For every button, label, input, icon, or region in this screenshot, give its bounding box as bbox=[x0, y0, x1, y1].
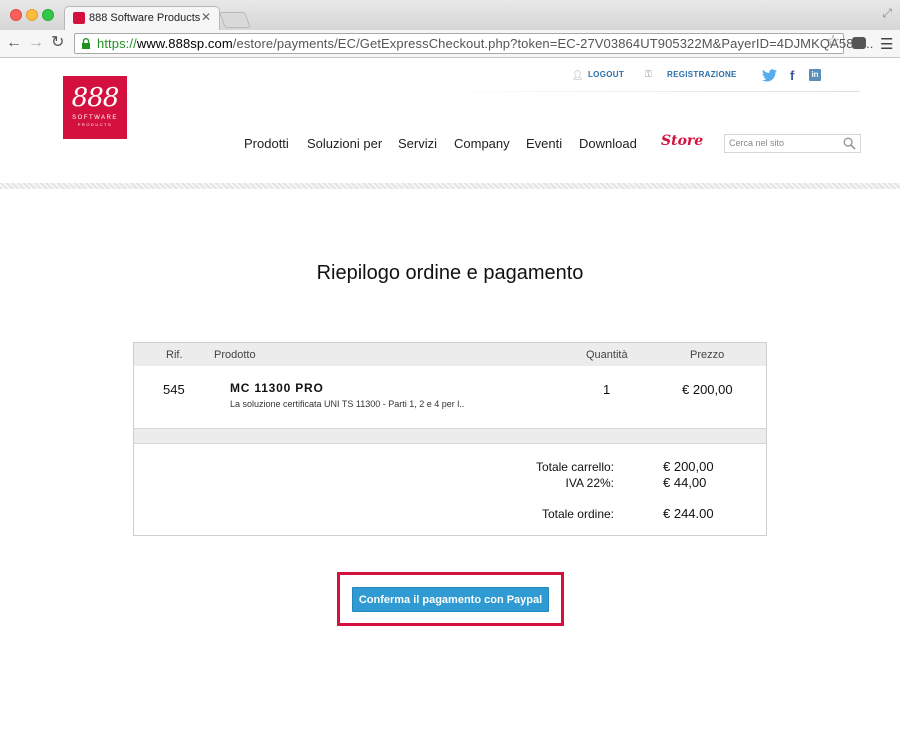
twitter-icon[interactable] bbox=[762, 69, 777, 82]
linkedin-icon[interactable]: in bbox=[809, 69, 821, 81]
cart-total-label: Totale carrello: bbox=[535, 460, 614, 474]
logout-link[interactable]: LOGOUT bbox=[588, 70, 624, 79]
header-ref: Rif. bbox=[166, 349, 183, 361]
header-divider bbox=[425, 91, 860, 92]
header-qty: Quantità bbox=[586, 349, 628, 361]
zoom-window-icon[interactable] bbox=[42, 9, 54, 21]
logo-number: 888 bbox=[71, 83, 120, 113]
url-host: www.888sp.com bbox=[136, 36, 233, 51]
header-stripe bbox=[0, 183, 900, 189]
new-tab-button[interactable] bbox=[219, 12, 251, 28]
page-title: Riepilogo ordine e pagamento bbox=[316, 262, 584, 284]
table-separator bbox=[134, 428, 766, 444]
nav-item-download[interactable]: Download bbox=[579, 136, 637, 151]
item-name: MC 11300 PRO bbox=[230, 381, 324, 395]
browser-toolbar: ← → ↻ https://www.888sp.com/estore/payme… bbox=[0, 30, 900, 58]
cart-total-value: € 200,00 bbox=[663, 459, 714, 474]
confirm-highlight: Conferma il pagamento con Paypal bbox=[337, 572, 564, 626]
nav-item-prodotti[interactable]: Prodotti bbox=[244, 136, 289, 151]
order-total-label: Totale ordine: bbox=[541, 507, 614, 521]
logo-line2: PRODUCTS bbox=[77, 122, 113, 127]
search-input[interactable] bbox=[729, 138, 839, 148]
site-search bbox=[724, 134, 861, 153]
key-icon: ⚿ bbox=[645, 69, 652, 79]
register-link[interactable]: REGISTRAZIONE bbox=[667, 70, 737, 79]
back-icon[interactable]: ← bbox=[6, 34, 22, 52]
forward-icon[interactable]: → bbox=[28, 34, 44, 52]
vat-value: € 44,00 bbox=[663, 475, 707, 490]
tab-close-icon[interactable]: ✕ bbox=[201, 10, 211, 24]
order-total-value: € 244.00 bbox=[663, 506, 714, 521]
item-price: € 200,00 bbox=[682, 382, 733, 397]
item-qty: 1 bbox=[603, 382, 611, 397]
close-window-icon[interactable] bbox=[10, 9, 22, 21]
table-header: Rif. Prodotto Quantità Prezzo bbox=[134, 343, 766, 366]
nav-item-soluzioni[interactable]: Soluzioni per bbox=[307, 136, 382, 151]
favicon-icon bbox=[73, 12, 85, 24]
item-description: La soluzione certificata UNI TS 11300 - … bbox=[230, 399, 465, 409]
facebook-icon[interactable]: f bbox=[790, 69, 794, 82]
fullscreen-icon[interactable]: ⤢ bbox=[882, 6, 892, 21]
order-summary-table: Rif. Prodotto Quantità Prezzo 545 MC 113… bbox=[133, 342, 767, 536]
url-scheme: https:// bbox=[97, 36, 137, 51]
browser-tab[interactable]: 888 Software Products ✕ bbox=[64, 6, 220, 30]
logo-line1: SOFTWARE bbox=[72, 115, 118, 121]
address-bar[interactable]: https://www.888sp.com/estore/payments/EC… bbox=[74, 33, 873, 54]
vat-label: IVA 22%: bbox=[565, 476, 614, 490]
menu-icon[interactable]: ☰ bbox=[880, 35, 893, 53]
tab-title: 888 Software Products bbox=[89, 12, 201, 24]
nav-item-servizi[interactable]: Servizi bbox=[398, 136, 437, 151]
minimize-window-icon[interactable] bbox=[26, 9, 38, 21]
url-path: /estore/payments/EC/GetExpressCheckout.p… bbox=[232, 36, 874, 51]
nav-item-company[interactable]: Company bbox=[454, 136, 510, 151]
header-product: Prodotto bbox=[214, 349, 256, 361]
search-icon[interactable] bbox=[843, 137, 856, 150]
item-ref: 545 bbox=[163, 382, 185, 397]
nav-item-eventi[interactable]: Eventi bbox=[526, 136, 562, 151]
nav-item-store[interactable]: Store bbox=[661, 133, 703, 149]
url-text: https://www.888sp.com/estore/payments/EC… bbox=[97, 36, 873, 51]
header-price: Prezzo bbox=[690, 349, 725, 361]
confirm-paypal-button[interactable]: Conferma il pagamento con Paypal bbox=[352, 587, 549, 612]
reload-icon[interactable]: ↻ bbox=[51, 34, 64, 52]
site-logo[interactable]: 888 SOFTWARE PRODUCTS bbox=[63, 76, 127, 139]
browser-titlebar: 888 Software Products ✕ ⤢ bbox=[0, 0, 900, 30]
lock-icon bbox=[82, 38, 90, 49]
pocket-icon[interactable] bbox=[852, 37, 866, 49]
bookmark-star-icon[interactable]: ☆ bbox=[826, 31, 840, 51]
user-icon: 👤︎ bbox=[572, 70, 584, 80]
